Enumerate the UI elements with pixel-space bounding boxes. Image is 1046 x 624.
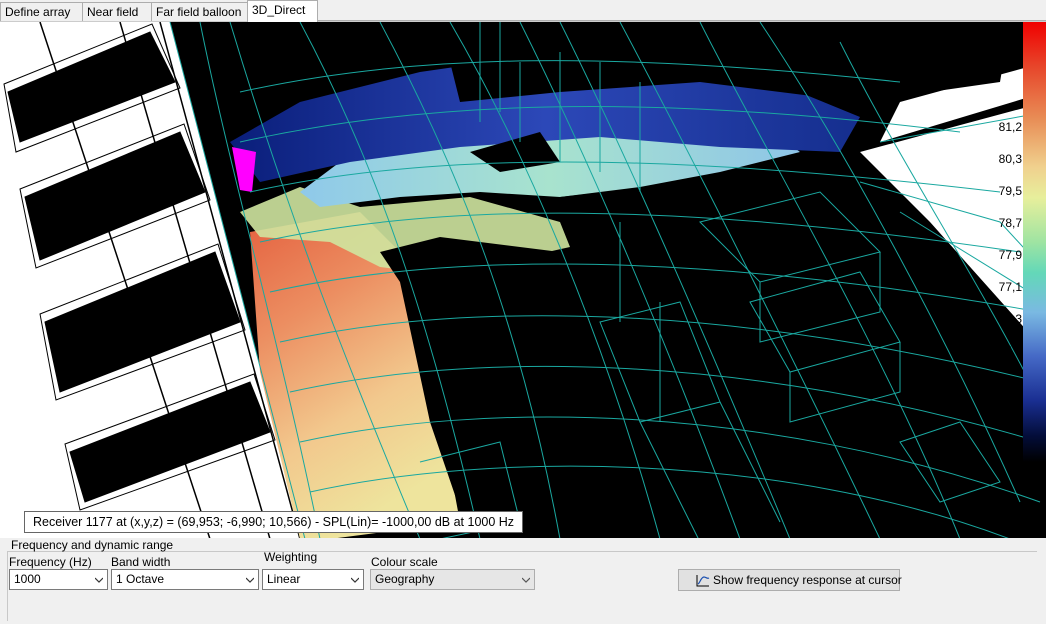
tab-far-field-balloon[interactable]: Far field balloon <box>151 2 248 21</box>
scale-label: 79,5 <box>998 184 1022 198</box>
tab-define-array[interactable]: Define array <box>0 2 83 21</box>
scale-label: 77,1 <box>998 280 1022 294</box>
3d-view[interactable]: z 83,6 83,8 81,2 80,3 79,5 78,7 77,9 77,… <box>0 21 1046 538</box>
frequency-response-icon <box>696 575 710 587</box>
weighting-select[interactable]: Linear <box>262 569 364 590</box>
show-frequency-response-button[interactable]: Show frequency response at cursor <box>678 569 902 591</box>
tab-bar: Define array Near field Far field balloo… <box>0 0 1046 22</box>
colour-scale-select[interactable]: Geography <box>370 569 535 590</box>
colour-scale-value: Geography <box>375 572 435 586</box>
frequency-panel: Frequency and dynamic range Frequency (H… <box>0 538 1046 624</box>
receiver-readout: Receiver 1177 at (x,y,z) = (69,953; -6,9… <box>24 511 524 533</box>
scale-label: 76,3 <box>998 312 1022 326</box>
scale-label: 75,5 <box>998 344 1022 358</box>
chevron-down-icon <box>95 577 103 583</box>
colour-scale-label: Colour scale <box>371 555 438 569</box>
band-width-select[interactable]: 1 Octave <box>111 569 259 590</box>
band-width-value: 1 Octave <box>116 572 165 586</box>
chevron-down-icon <box>522 577 530 583</box>
chevron-down-icon <box>246 577 254 583</box>
scale-label: 83,8 <box>998 56 1022 70</box>
frequency-select[interactable]: 1000 <box>9 569 108 590</box>
frequency-value: 1000 <box>14 572 41 586</box>
scale-label: 77,9 <box>998 248 1022 262</box>
scale-label: 80,3 <box>998 152 1022 166</box>
weighting-value: Linear <box>267 572 301 586</box>
band-width-label: Band width <box>111 555 171 569</box>
group-title: Frequency and dynamic range <box>11 538 174 552</box>
scale-label: 81,2 <box>998 120 1022 134</box>
tab-3d-direct[interactable]: 3D_Direct <box>247 0 318 22</box>
app-window: Define array Near field Far field balloo… <box>0 0 1046 624</box>
3d-scene[interactable] <box>0 22 1046 538</box>
frequency-label: Frequency (Hz) <box>9 555 92 569</box>
colour-scale-labels: z 83,6 83,8 81,2 80,3 79,5 78,7 77,9 77,… <box>999 22 1046 538</box>
chevron-down-icon <box>351 577 359 583</box>
scale-label: 78,7 <box>998 216 1022 230</box>
tab-near-field[interactable]: Near field <box>82 2 152 21</box>
weighting-label: Weighting <box>264 550 318 564</box>
scale-label: 83,6 <box>998 23 1022 37</box>
show-frequency-response-label: Show frequency response at cursor <box>713 573 902 587</box>
